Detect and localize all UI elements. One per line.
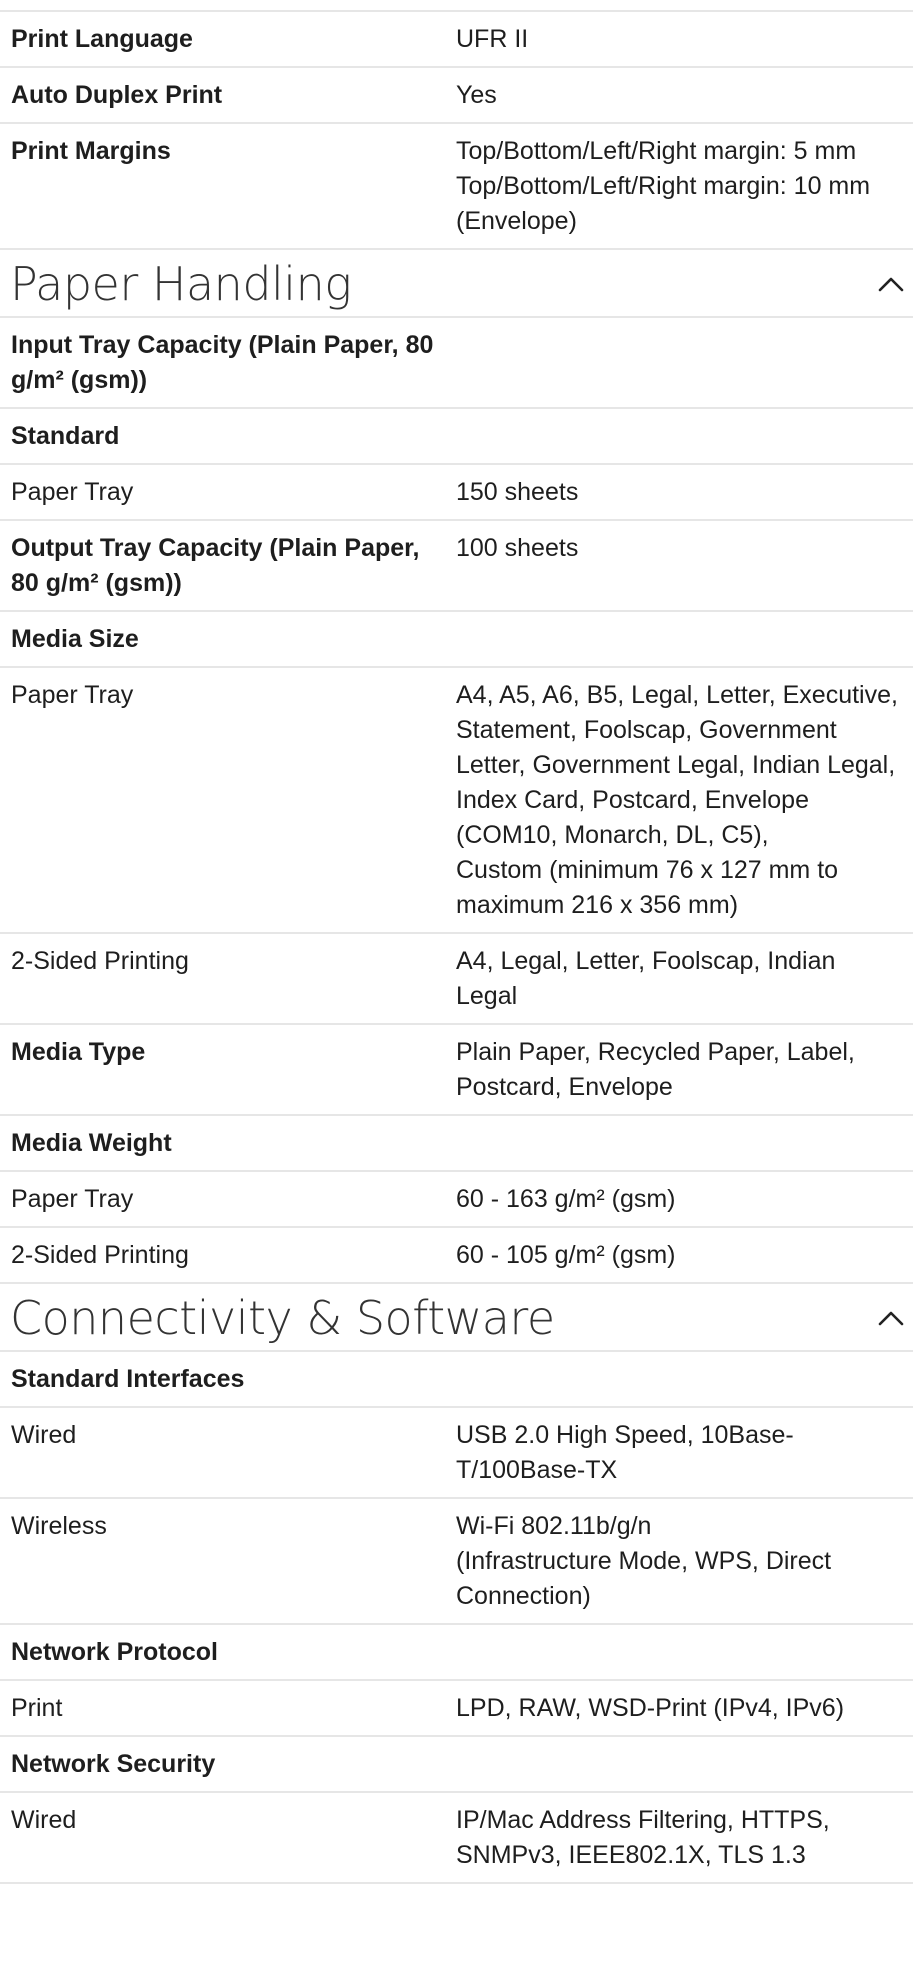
spec-value [456, 1635, 913, 1670]
spec-label: Media Type [11, 1038, 146, 1066]
spec-row-print-margins: Print Margins Top/Bottom/Left/Right margi… [0, 124, 913, 250]
spec-label: Paper Tray [11, 478, 134, 506]
spec-row-auto-duplex-print: Auto Duplex Print Yes [0, 68, 913, 124]
spec-value: UFR II [456, 25, 529, 53]
spec-row-network-protocol: Network Protocol [0, 1625, 913, 1681]
print-spec-rows: Print Language UFR II Auto Duplex Print Yes… [0, 12, 913, 250]
spec-sections: Paper Handling Input Tray Capacity (Plain… [0, 250, 913, 1884]
spec-label: Network Security [11, 1750, 216, 1778]
spec-label: Print Language [11, 25, 193, 53]
spec-value [456, 1126, 913, 1161]
spec-label: Network Protocol [11, 1638, 218, 1666]
spec-label: 2-Sided Printing [11, 947, 189, 975]
spec-value: Yes [456, 81, 497, 109]
spec-value [456, 328, 913, 398]
top-divider [0, 0, 913, 12]
spec-row-standard-interfaces: Standard Interfaces [0, 1352, 913, 1408]
spec-value [456, 622, 913, 657]
spec-value: 60 - 105 g/m² (gsm) [456, 1241, 676, 1269]
spec-value: A4, A5, A6, B5, Legal, Letter, Executive… [456, 681, 898, 919]
spec-label: Paper Tray [11, 681, 134, 709]
section-title: Paper Handling [10, 257, 352, 311]
spec-label: Wired [11, 1421, 77, 1449]
spec-label: Print Margins [11, 137, 171, 165]
spec-row-paper-tray: Paper Tray 60 - 163 g/m² (gsm) [0, 1172, 913, 1228]
spec-row-wireless: Wireless Wi-Fi 802.11b/g/n (Infrastructur… [0, 1499, 913, 1625]
spec-value [456, 1362, 913, 1397]
spec-row-network-security: Network Security [0, 1737, 913, 1793]
section-title: Connectivity & Software [10, 1291, 555, 1345]
chevron-up-icon[interactable] [871, 264, 911, 304]
spec-label: Media Weight [11, 1129, 172, 1157]
spec-label: Standard [11, 422, 120, 450]
spec-value [456, 419, 913, 454]
spec-row-standard: Standard [0, 409, 913, 465]
spec-row-print-language: Print Language UFR II [0, 12, 913, 68]
spec-row-2-sided-printing: 2-Sided Printing A4, Legal, Letter, Fools… [0, 934, 913, 1025]
spec-label: Wired [11, 1806, 77, 1834]
spec-label: Paper Tray [11, 1185, 134, 1213]
spec-row-paper-tray: Paper Tray 150 sheets [0, 465, 913, 521]
section-header-paper-handling[interactable]: Paper Handling [0, 250, 913, 318]
spec-label: Standard Interfaces [11, 1365, 245, 1393]
spec-row-print: Print LPD, RAW, WSD-Print (IPv4, IPv6) [0, 1681, 913, 1737]
spec-row-output-tray-capacity-plain-paper-80-g-m-gsm: Output Tray Capacity (Plain Paper, 80 g/… [0, 521, 913, 612]
spec-row-media-weight: Media Weight [0, 1116, 913, 1172]
spec-value: A4, Legal, Letter, Foolscap, Indian Lega… [456, 947, 836, 1010]
spec-label: Auto Duplex Print [11, 81, 223, 109]
spec-row-2-sided-printing: 2-Sided Printing 60 - 105 g/m² (gsm) [0, 1228, 913, 1284]
spec-label: Input Tray Capacity (Plain Paper, 80 g/m… [11, 331, 434, 394]
spec-value: 60 - 163 g/m² (gsm) [456, 1185, 676, 1213]
spec-row-wired: Wired USB 2.0 High Speed, 10Base-T/100Bas… [0, 1408, 913, 1499]
spec-value: LPD, RAW, WSD-Print (IPv4, IPv6) [456, 1694, 845, 1722]
spec-row-input-tray-capacity-plain-paper-80-g-m-gsm: Input Tray Capacity (Plain Paper, 80 g/m… [0, 318, 913, 409]
spec-row-paper-tray: Paper Tray A4, A5, A6, B5, Legal, Letter,… [0, 668, 913, 934]
spec-label: Wireless [11, 1512, 107, 1540]
spec-value: Wi-Fi 802.11b/g/n (Infrastructure Mode, … [456, 1512, 832, 1610]
spec-value: USB 2.0 High Speed, 10Base-T/100Base-TX [456, 1421, 794, 1484]
spec-label: Output Tray Capacity (Plain Paper, 80 g/… [11, 534, 420, 597]
spec-label: 2-Sided Printing [11, 1241, 189, 1269]
spec-value: 150 sheets [456, 478, 579, 506]
spec-table: Print Language UFR II Auto Duplex Print Yes… [0, 0, 913, 1884]
spec-row-media-size: Media Size [0, 612, 913, 668]
spec-value: Top/Bottom/Left/Right margin: 5 mm Top/B… [456, 137, 871, 235]
spec-value: IP/Mac Address Filtering, HTTPS, SNMPv3,… [456, 1806, 830, 1869]
section-header-connectivity-software[interactable]: Connectivity & Software [0, 1284, 913, 1352]
spec-row-wired: Wired IP/Mac Address Filtering, HTTPS, SN… [0, 1793, 913, 1884]
spec-value: Plain Paper, Recycled Paper, Label, Post… [456, 1038, 855, 1101]
spec-row-media-type: Media Type Plain Paper, Recycled Paper, L… [0, 1025, 913, 1116]
spec-value: 100 sheets [456, 534, 579, 562]
spec-label: Media Size [11, 625, 139, 653]
spec-label: Print [11, 1694, 63, 1722]
chevron-up-icon[interactable] [871, 1298, 911, 1338]
spec-value [456, 1747, 913, 1782]
